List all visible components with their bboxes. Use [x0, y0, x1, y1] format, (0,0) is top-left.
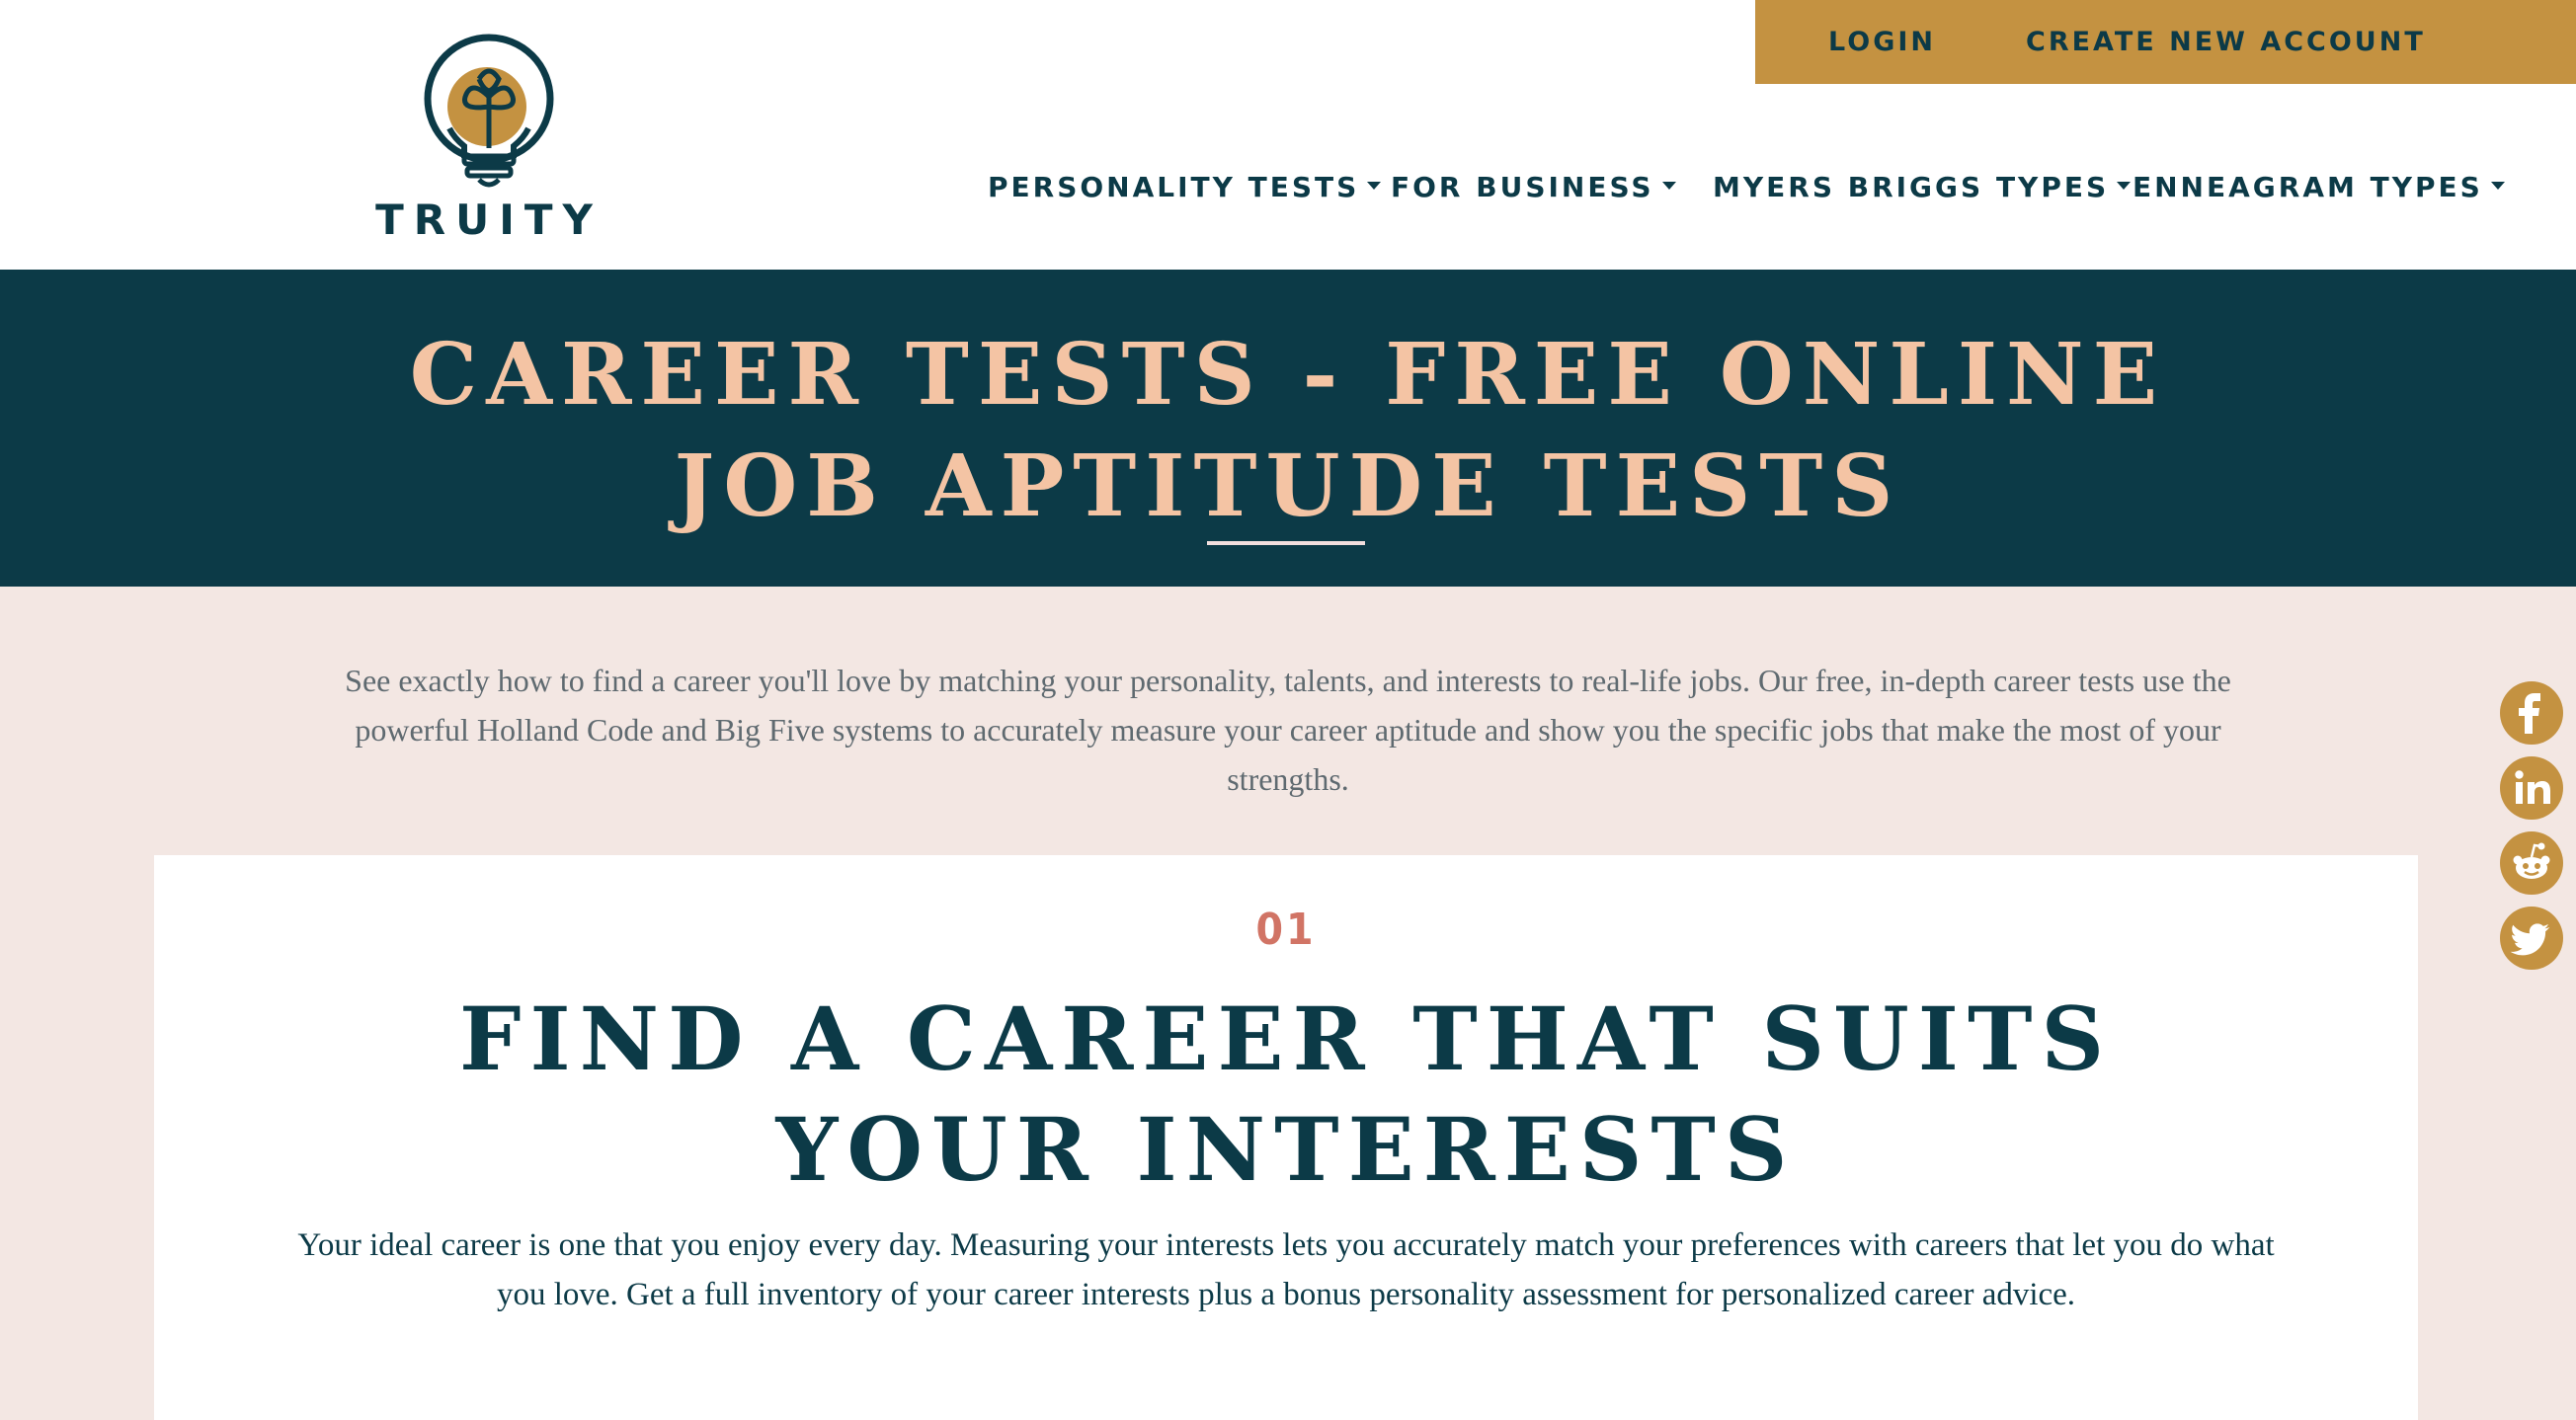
- hero-banner: CAREER TESTS - FREE ONLINE JOB APTITUDE …: [0, 270, 2576, 587]
- card-description: Your ideal career is one that you enjoy …: [297, 1227, 2275, 1312]
- facebook-share-button[interactable]: [2500, 681, 2563, 745]
- login-link[interactable]: LOGIN: [1828, 0, 1936, 84]
- nav-label: ENNEAGRAM TYPES: [2133, 171, 2483, 203]
- nav-label: FOR BUSINESS: [1391, 171, 1654, 203]
- caret-down-icon: [2117, 182, 2132, 190]
- logo-text: TRUITY: [375, 196, 603, 244]
- facebook-icon: [2519, 693, 2540, 734]
- title-underline: [1207, 541, 1365, 545]
- lightbulb-logo-icon: [424, 34, 554, 188]
- page-title: CAREER TESTS - FREE ONLINE JOB APTITUDE …: [409, 325, 2167, 536]
- reddit-icon: [2513, 842, 2550, 879]
- linkedin-share-button[interactable]: [2500, 756, 2563, 820]
- truity-logo[interactable]: TRUITY: [370, 20, 607, 257]
- account-bar: LOGIN CREATE NEW ACCOUNT: [1755, 0, 2576, 84]
- nav-enneagram-types[interactable]: ENNEAGRAM TYPES: [2133, 163, 2505, 212]
- create-account-link[interactable]: CREATE NEW ACCOUNT: [2026, 0, 2426, 84]
- nav-label: MYERS BRIGGS TYPES: [1713, 171, 2110, 203]
- site-header: TRUITY LOGIN CREATE NEW ACCOUNT PERSONAL…: [0, 0, 2576, 270]
- card-title: FIND A CAREER THAT SUITS YOUR INTERESTS: [458, 987, 2113, 1201]
- nav-label: PERSONALITY TESTS: [988, 171, 1360, 203]
- caret-down-icon: [1661, 182, 1676, 190]
- intro-text: See exactly how to find a career you'll …: [345, 663, 2231, 797]
- twitter-icon: [2510, 923, 2550, 956]
- caret-down-icon: [1367, 182, 1382, 190]
- reddit-share-button[interactable]: [2500, 831, 2563, 895]
- nav-myers-briggs-types[interactable]: MYERS BRIGGS TYPES: [1713, 163, 2132, 212]
- nav-for-business[interactable]: FOR BUSINESS: [1391, 163, 1676, 212]
- card-number: 01: [1255, 905, 1317, 955]
- twitter-share-button[interactable]: [2500, 907, 2563, 970]
- linkedin-icon: [2515, 770, 2550, 804]
- career-card: 01 FIND A CAREER THAT SUITS YOUR INTERES…: [154, 855, 2418, 1420]
- caret-down-icon: [2490, 182, 2505, 190]
- nav-personality-tests[interactable]: PERSONALITY TESTS: [988, 163, 1382, 212]
